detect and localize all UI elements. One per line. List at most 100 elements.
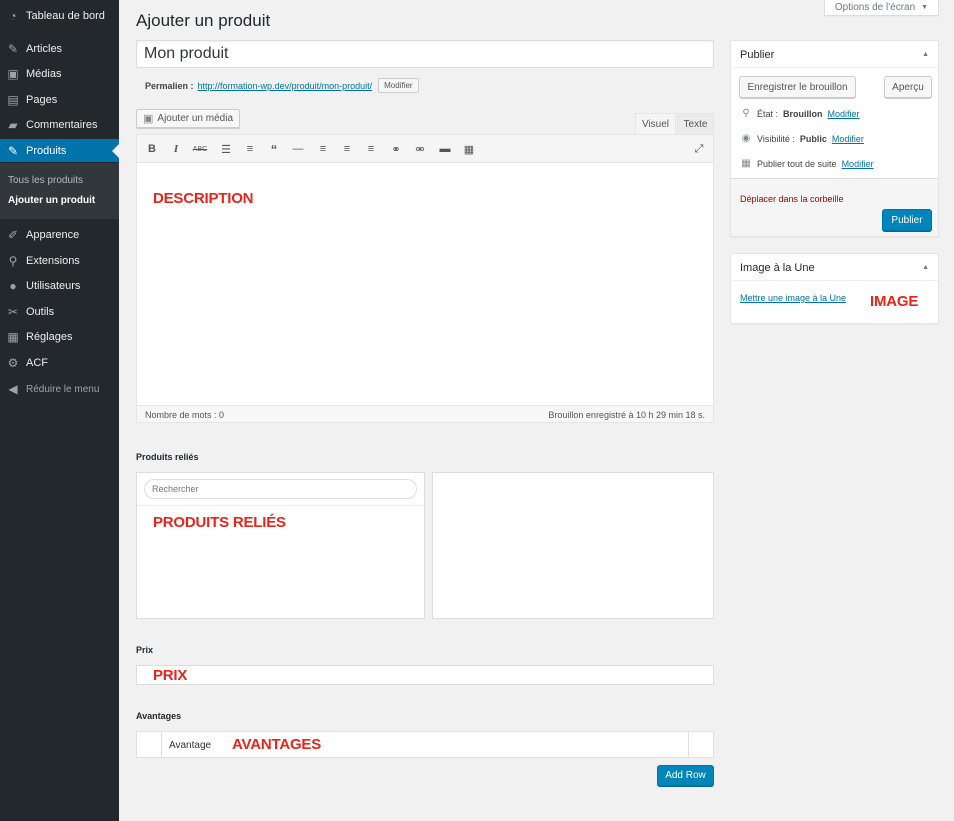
link-icon[interactable]: ⚭	[389, 142, 403, 156]
bold-icon[interactable]: B	[145, 142, 159, 156]
sidebar-item-comments[interactable]: ▰ Commentaires	[0, 113, 119, 137]
align-center-icon[interactable]: ≡	[340, 142, 354, 156]
visibility-row: ◉ Visibilité : Public Modifier	[740, 133, 864, 144]
advantage-field-label: Avantage	[169, 740, 212, 751]
price-overlay: PRIX	[153, 667, 188, 684]
users-icon: ●	[9, 279, 17, 293]
add-media-button[interactable]: ▣ Ajouter un média	[136, 109, 240, 128]
media-icon: ▣	[7, 67, 19, 81]
tools-icon: ✂	[7, 305, 19, 319]
add-row-button[interactable]: Add Row	[657, 765, 714, 786]
submenu-item-add-product[interactable]: Ajouter un produit	[8, 195, 95, 206]
dashboard-icon: ◔	[9, 9, 17, 23]
sidebar-item-label: Utilisateurs	[26, 280, 81, 292]
sidebar-item-label: Tableau de bord	[26, 10, 105, 22]
settings-icon: ▦	[7, 330, 19, 344]
post-title-input[interactable]	[136, 40, 714, 68]
sidebar-item-label: Produits	[26, 144, 67, 157]
align-right-icon[interactable]: ≡	[364, 142, 378, 156]
featured-image-title: Image à la Une	[740, 262, 815, 274]
toolbar-toggle-icon[interactable]: ▦	[462, 142, 476, 156]
horizontal-line-icon[interactable]: —	[291, 142, 305, 156]
row-actions[interactable]	[688, 732, 713, 757]
advantages-repeater-row: Avantage AVANTAGES	[136, 731, 714, 758]
edit-visibility-link[interactable]: Modifier	[832, 134, 864, 144]
related-search-input[interactable]	[144, 479, 417, 499]
sidebar-item-pages[interactable]: ▤ Pages	[0, 88, 119, 112]
italic-icon[interactable]: I	[169, 142, 183, 156]
editor-toolbar: B I ABC ☰ ≡ “ — ≡ ≡ ≡ ⚭ ⚮ ▬ ▦ ⤢	[137, 135, 713, 163]
unlink-icon[interactable]: ⚮	[413, 142, 427, 156]
sidebar-item-label: ACF	[26, 357, 48, 369]
related-products-label: Produits reliés	[136, 452, 199, 462]
tab-visual[interactable]: Visuel	[635, 113, 676, 134]
submenu	[0, 163, 119, 219]
admin-sidebar: ◔ Tableau de bord ✎ Articles ▣ Médias ▤ …	[0, 0, 119, 821]
numbered-list-icon[interactable]: ≡	[243, 142, 257, 156]
blockquote-icon[interactable]: “	[267, 142, 281, 157]
sidebar-item-label: Médias	[26, 68, 62, 80]
collapse-icon: ◀	[8, 382, 18, 396]
preview-button[interactable]: Aperçu	[884, 76, 932, 98]
sidebar-item-extensions[interactable]: ⚲ Extensions	[0, 249, 119, 273]
trash-link[interactable]: Déplacer dans la corbeille	[740, 194, 844, 204]
strikethrough-icon[interactable]: ABC	[193, 142, 207, 156]
calendar-icon: ▦	[741, 158, 751, 169]
related-products-selected[interactable]	[432, 472, 714, 619]
permalink-edit-button[interactable]: Modifier	[378, 78, 419, 93]
publish-box-title: Publier	[740, 49, 775, 61]
media-icon: ▣	[143, 113, 154, 125]
permalink-url[interactable]: http://formation-wp.dev/produit/mon-prod…	[198, 81, 373, 91]
pin-icon: ✎	[7, 42, 19, 56]
sidebar-item-tools[interactable]: ✂ Outils	[0, 300, 119, 324]
pages-icon: ▤	[7, 93, 19, 107]
collapse-toggle-icon[interactable]: ▲	[922, 51, 929, 58]
price-input[interactable]: PRIX	[136, 665, 714, 685]
sidebar-item-label: Extensions	[26, 255, 80, 267]
tab-text[interactable]: Texte	[677, 113, 714, 134]
sidebar-item-settings[interactable]: ▦ Réglages	[0, 325, 119, 349]
publish-box-header[interactable]: Publier ▲	[731, 41, 938, 68]
gear-icon: ⚙	[7, 356, 19, 370]
row-drag-handle[interactable]	[137, 732, 162, 757]
related-products-overlay: PRODUITS RELIÉS	[153, 514, 286, 531]
edit-status-link[interactable]: Modifier	[828, 109, 860, 119]
collapse-toggle-icon[interactable]: ▲	[922, 264, 929, 271]
align-left-icon[interactable]: ≡	[316, 142, 330, 156]
bullet-list-icon[interactable]: ☰	[219, 142, 233, 156]
status-label: État :	[757, 108, 779, 119]
content-editor: B I ABC ☰ ≡ “ — ≡ ≡ ≡ ⚭ ⚮ ▬ ▦ ⤢ DESCRIPT…	[136, 134, 714, 423]
visibility-label: Visibilité :	[757, 133, 795, 144]
schedule-label: Publier tout de suite	[757, 158, 837, 169]
pin-icon: ✎	[7, 143, 19, 158]
sidebar-item-acf[interactable]: ⚙ ACF	[0, 351, 119, 375]
sidebar-item-label: Articles	[26, 43, 63, 55]
status-value: Brouillon	[783, 108, 823, 119]
post-status-row: ⚲ État : Brouillon Modifier	[740, 108, 860, 119]
sidebar-item-articles[interactable]: ✎ Articles	[0, 37, 119, 61]
sidebar-item-users[interactable]: ● Utilisateurs	[0, 274, 119, 298]
eye-icon: ◉	[741, 133, 751, 144]
sidebar-item-medias[interactable]: ▣ Médias	[0, 62, 119, 86]
sidebar-item-apparence[interactable]: ✐ Apparence	[0, 223, 119, 247]
sidebar-item-label: Commentaires	[26, 119, 98, 131]
permalink: Permalien : http://formation-wp.dev/prod…	[145, 78, 419, 93]
submenu-item-all-products[interactable]: Tous les produits	[8, 175, 83, 186]
appearance-icon: ✐	[7, 228, 19, 242]
sidebar-item-produits[interactable]: ✎ Produits	[0, 139, 119, 162]
fullscreen-icon[interactable]: ⤢	[692, 142, 706, 156]
sidebar-item-dashboard[interactable]: ◔ Tableau de bord	[0, 4, 119, 28]
screen-options-button[interactable]: Options de l'écran ▼	[824, 0, 939, 16]
sidebar-item-label: Outils	[26, 306, 55, 318]
publish-box: Publier ▲ Enregistrer le brouillon Aperç…	[730, 40, 939, 237]
save-draft-button[interactable]: Enregistrer le brouillon	[739, 76, 856, 98]
featured-image-header[interactable]: Image à la Une ▲	[731, 254, 938, 281]
editor-status-bar: Nombre de mots : 0 Brouillon enregistré …	[137, 405, 713, 422]
plugins-icon: ⚲	[8, 254, 18, 268]
publish-button[interactable]: Publier	[882, 209, 932, 231]
edit-schedule-link[interactable]: Modifier	[842, 159, 874, 169]
set-featured-image-link[interactable]: Mettre une image à la Une	[740, 293, 846, 303]
editor-content-area[interactable]: DESCRIPTION	[137, 164, 713, 405]
collapse-menu-button[interactable]: ◀ Réduire le menu	[0, 377, 119, 401]
read-more-icon[interactable]: ▬	[438, 142, 452, 156]
